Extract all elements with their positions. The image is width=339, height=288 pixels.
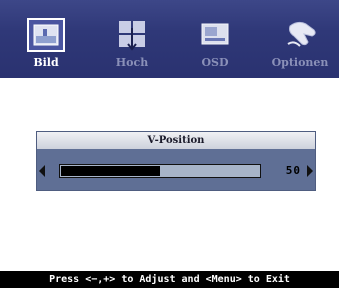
slider-value: 50 <box>285 164 301 177</box>
options-hand-icon <box>284 18 320 52</box>
decrease-arrow-icon[interactable] <box>39 165 45 177</box>
menu-topbar: Bild Hoch OSD Optionen <box>0 0 339 78</box>
picture-icon <box>27 18 65 52</box>
tab-label: Hoch <box>115 56 149 69</box>
increase-arrow-icon[interactable] <box>307 165 313 177</box>
v-position-slider[interactable] <box>59 164 261 178</box>
tab-bild[interactable]: Bild <box>20 0 72 78</box>
panel-title: V-Position <box>37 132 315 149</box>
tab-label: Bild <box>33 56 59 69</box>
tab-label: OSD <box>201 56 229 69</box>
v-position-panel: V-Position 50 <box>36 131 316 191</box>
slider-fill <box>61 166 160 176</box>
tab-osd[interactable]: OSD <box>189 0 241 78</box>
tab-label: Optionen <box>271 56 329 69</box>
tab-hoch[interactable]: Hoch <box>106 0 158 78</box>
tab-optionen[interactable]: Optionen <box>268 0 332 78</box>
osd-icon <box>197 18 233 52</box>
footer-hint: Press <−,+> to Adjust and <Menu> to Exit <box>0 271 339 288</box>
position-icon <box>114 18 150 52</box>
